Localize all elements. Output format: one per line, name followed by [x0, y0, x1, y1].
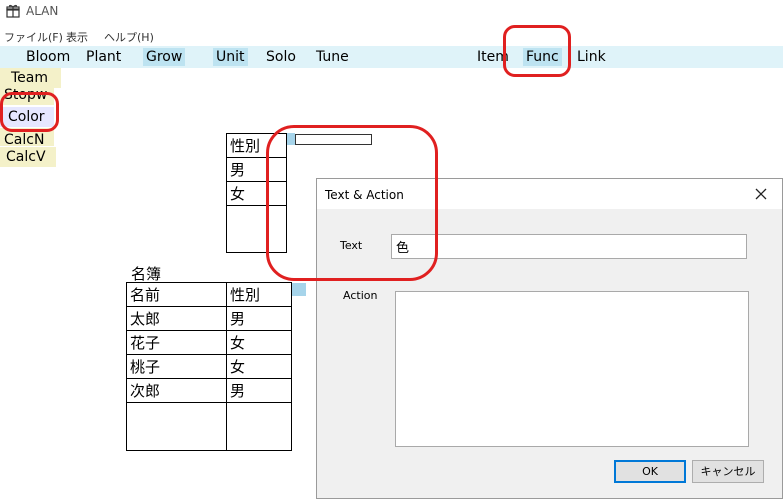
- close-icon[interactable]: [750, 183, 772, 205]
- text-action-dialog: Text & Action Text Action OK キャンセル: [316, 178, 783, 499]
- tab-bloom[interactable]: Bloom: [23, 48, 73, 66]
- table-cell[interactable]: 女: [226, 181, 287, 206]
- gift-icon: [6, 4, 20, 18]
- left-menu-stopw[interactable]: Stopw: [0, 88, 54, 105]
- table-cell-empty[interactable]: [226, 402, 292, 451]
- resize-handle[interactable]: [287, 133, 295, 145]
- table-cell-empty[interactable]: [226, 205, 287, 253]
- roster-caption[interactable]: 名簿: [131, 263, 161, 284]
- action-input[interactable]: [395, 291, 749, 447]
- table-row: 次郎 男: [126, 378, 292, 403]
- menu-help[interactable]: ヘルプ(H): [104, 29, 154, 45]
- toolbar: Bloom Plant Grow Unit Solo Tune Item Fun…: [0, 46, 783, 68]
- left-menu-color[interactable]: Color: [0, 107, 54, 127]
- tab-plant[interactable]: Plant: [83, 48, 124, 66]
- menu-file[interactable]: ファイル(F): [4, 29, 63, 45]
- action-label: Action: [343, 289, 378, 302]
- table-cell[interactable]: 女: [226, 354, 292, 379]
- text-field-element[interactable]: [295, 134, 372, 145]
- tab-func[interactable]: Func: [523, 48, 562, 66]
- window-title: ALAN: [26, 4, 59, 18]
- table-cell[interactable]: 男: [226, 306, 292, 331]
- ok-button[interactable]: OK: [614, 460, 686, 483]
- table-row: 太郎 男: [126, 306, 292, 331]
- dialog-title: Text & Action: [325, 188, 404, 202]
- table-row: [126, 402, 292, 451]
- tab-link[interactable]: Link: [574, 48, 609, 66]
- column-header-gender[interactable]: 性別: [226, 282, 292, 307]
- table-cell[interactable]: 桃子: [126, 354, 227, 379]
- left-menu-team[interactable]: Team: [0, 68, 61, 88]
- tab-unit[interactable]: Unit: [213, 48, 248, 66]
- text-input[interactable]: [391, 234, 747, 259]
- title-bar: ALAN: [0, 0, 783, 24]
- table-row: 花子 女: [126, 330, 292, 355]
- menu-bar: ファイル(F) 表示 ヘルプ(H): [0, 26, 783, 46]
- tab-item[interactable]: Item: [474, 48, 512, 66]
- table-cell[interactable]: 男: [226, 157, 287, 182]
- column-header-name[interactable]: 名前: [126, 282, 227, 307]
- tab-tune[interactable]: Tune: [313, 48, 352, 66]
- menu-view[interactable]: 表示: [66, 29, 88, 45]
- tab-grow[interactable]: Grow: [143, 48, 186, 66]
- table-cell[interactable]: 次郎: [126, 378, 227, 403]
- gender-table: 性別 男 女: [226, 133, 287, 253]
- table-cell[interactable]: 花子: [126, 330, 227, 355]
- left-menu-calcv[interactable]: CalcV: [0, 147, 56, 167]
- table-cell[interactable]: 太郎: [126, 306, 227, 331]
- dialog-title-bar[interactable]: Text & Action: [317, 179, 782, 209]
- table-cell[interactable]: 男: [226, 378, 292, 403]
- roster-table: 名前 性別 太郎 男 花子 女 桃子 女 次郎 男: [126, 282, 292, 451]
- cancel-button[interactable]: キャンセル: [692, 460, 764, 483]
- left-menu-calcn[interactable]: CalcN: [0, 128, 54, 146]
- table-row: 桃子 女: [126, 354, 292, 379]
- resize-handle[interactable]: [292, 283, 306, 296]
- table-row: 名前 性別: [126, 282, 292, 307]
- table-cell[interactable]: 女: [226, 330, 292, 355]
- text-label: Text: [340, 239, 363, 252]
- table-header[interactable]: 性別: [226, 133, 287, 158]
- table-cell-empty[interactable]: [126, 402, 227, 451]
- tab-solo[interactable]: Solo: [263, 48, 299, 66]
